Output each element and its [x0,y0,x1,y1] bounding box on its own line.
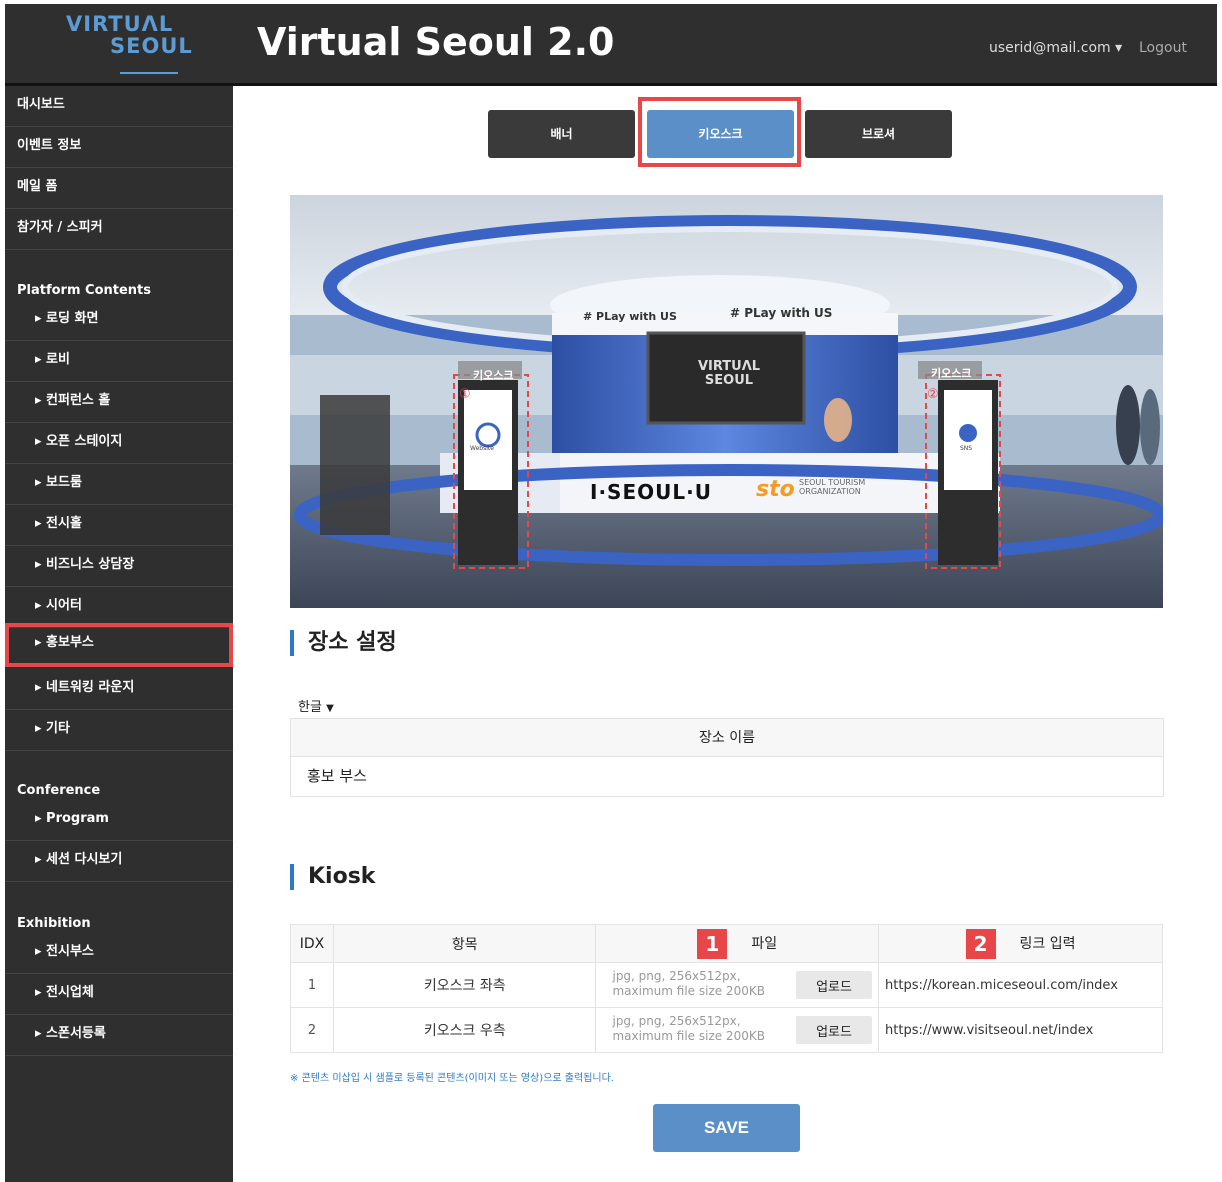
ring-text: # PLay with US [583,310,677,323]
col-link: 2 링크 입력 [878,924,1163,963]
tab-brochure[interactable]: 브로셔 [805,110,952,158]
link-input[interactable]: https://korean.miceseoul.com/index [878,962,1163,1008]
row-item: 키오스크 좌측 [332,962,597,1008]
language-select-value: 한글 [298,700,322,715]
table-row: 2 키오스크 우측 jpg, png, 256x512px, maximum f… [290,1007,1163,1053]
kiosk-marker-left: ① [459,387,471,402]
sidebar-item-theater[interactable]: ▸ 시어터 [5,587,233,628]
row-item: 키오스크 우측 [332,1007,597,1053]
chevron-down-icon: ▼ [326,703,334,714]
sto-logo: sto [756,477,795,502]
sidebar-item-promo-booth[interactable]: ▸ 홍보부스 [5,623,233,667]
sidebar-heading-platform: Platform Contents [17,283,152,298]
sidebar-item-replay[interactable]: ▸ 세션 다시보기 [5,841,233,882]
file-cell: jpg, png, 256x512px, maximum file size 2… [595,962,880,1008]
table-row: 1 키오스크 좌측 jpg, png, 256x512px, maximum f… [290,962,1163,1008]
booth-scene-svg [290,195,1163,608]
sidebar-item-exhibit-booth[interactable]: ▸ 전시부스 [5,933,233,974]
ring-text-2: # PLay with US [730,306,833,320]
save-button[interactable]: SAVE [653,1104,800,1152]
top-bar: VIRTUΛL SEOUL Virtual Seoul 2.0 userid@m… [5,4,1217,86]
file-cell: jpg, png, 256x512px, maximum file size 2… [595,1007,880,1053]
screen-logo: VIRTUΛL SEOUL [697,359,761,388]
sidebar-item-sponsor[interactable]: ▸ 스폰서등록 [5,1015,233,1056]
badge-2: 2 [965,928,996,959]
logout-link[interactable]: Logout [1139,40,1187,56]
sidebar-item-conference-hall[interactable]: ▸ 컨퍼런스 홀 [5,382,233,423]
row-idx: 2 [290,1007,334,1053]
logo[interactable]: VIRTUΛL SEOUL [60,12,192,76]
kiosk-section-title: Kiosk [290,864,375,890]
sidebar: 대시보드 이벤트 정보 메일 폼 참가자 / 스피커 Platform Cont… [5,86,233,1182]
sidebar-item-business-lounge[interactable]: ▸ 비즈니스 상담장 [5,546,233,587]
tab-kiosk[interactable]: 키오스크 [647,110,794,158]
place-column-header: 장소 이름 [291,719,1163,757]
file-hint: jpg, png, 256x512px, maximum file size 2… [612,1014,765,1043]
booth-preview-image: 키오스크 키오스크 ① ② # PLay with US # PLay with… [290,195,1163,608]
sidebar-item-networking[interactable]: ▸ 네트워킹 라운지 [5,669,233,710]
tab-banner[interactable]: 배너 [488,110,635,158]
app-title: Virtual Seoul 2.0 [257,20,615,64]
sidebar-heading-conference: Conference [17,783,101,798]
place-table: 장소 이름 홍보 부스 [290,718,1164,797]
content-note: ※ 콘텐츠 미삽입 시 샘플로 등록된 콘텐츠(이미지 또는 영상)으로 출력됩… [290,1073,614,1084]
sidebar-item-exhibition-hall[interactable]: ▸ 전시홀 [5,505,233,546]
col-item: 항목 [332,924,597,963]
col-file: 1 파일 [595,924,880,963]
link-input[interactable]: https://www.visitseoul.net/index [878,1007,1163,1053]
kiosk-table: IDX 항목 1 파일 2 링크 입력 1 키오스크 좌측 jpg, png, 25… [290,924,1163,1053]
counter-text: I·SEOUL·U [590,480,712,504]
sidebar-item-boardroom[interactable]: ▸ 보드룸 [5,464,233,505]
badge-1: 1 [697,928,728,959]
col-link-label: 링크 입력 [1019,935,1076,952]
language-select[interactable]: 한글 ▼ [298,696,334,715]
sidebar-heading-exhibition: Exhibition [17,916,91,931]
place-section-title: 장소 설정 [290,630,397,656]
col-file-label: 파일 [751,935,778,952]
sidebar-item-open-stage[interactable]: ▸ 오픈 스테이지 [5,423,233,464]
kiosk-label-left: 키오스크 [473,369,514,382]
upload-button[interactable]: 업로드 [796,971,873,999]
sidebar-item-etc[interactable]: ▸ 기타 [5,710,233,751]
sidebar-item-loading[interactable]: ▸ 로딩 화면 [5,300,233,341]
logo-line1: VIRTUΛL [66,12,174,36]
sidebar-item-program[interactable]: ▸ Program [5,800,233,841]
user-menu[interactable]: userid@mail.com ▾ [989,40,1122,56]
kiosk-caption-left: Website [470,445,494,452]
upload-button[interactable]: 업로드 [796,1016,873,1044]
kiosk-label-right: 키오스크 [931,367,972,380]
sidebar-item-lobby[interactable]: ▸ 로비 [5,341,233,382]
kiosk-caption-right: SNS [960,445,973,452]
sidebar-item-participants[interactable]: 참가자 / 스피커 [5,209,233,250]
sidebar-item-dashboard[interactable]: 대시보드 [5,86,233,127]
row-idx: 1 [290,962,334,1008]
col-idx: IDX [290,924,334,963]
kiosk-marker-right: ② [927,387,939,402]
sidebar-item-exhibitors[interactable]: ▸ 전시업체 [5,974,233,1015]
file-hint: jpg, png, 256x512px, maximum file size 2… [612,969,765,998]
sidebar-item-mail-form[interactable]: 메일 폼 [5,168,233,209]
sidebar-item-event-info[interactable]: 이벤트 정보 [5,127,233,168]
logo-bar [120,72,178,74]
sto-org: SEOUL TOURISM ORGANIZATION [799,478,866,496]
logo-line2: SEOUL [110,34,193,58]
place-name-field[interactable]: 홍보 부스 [291,757,1163,796]
